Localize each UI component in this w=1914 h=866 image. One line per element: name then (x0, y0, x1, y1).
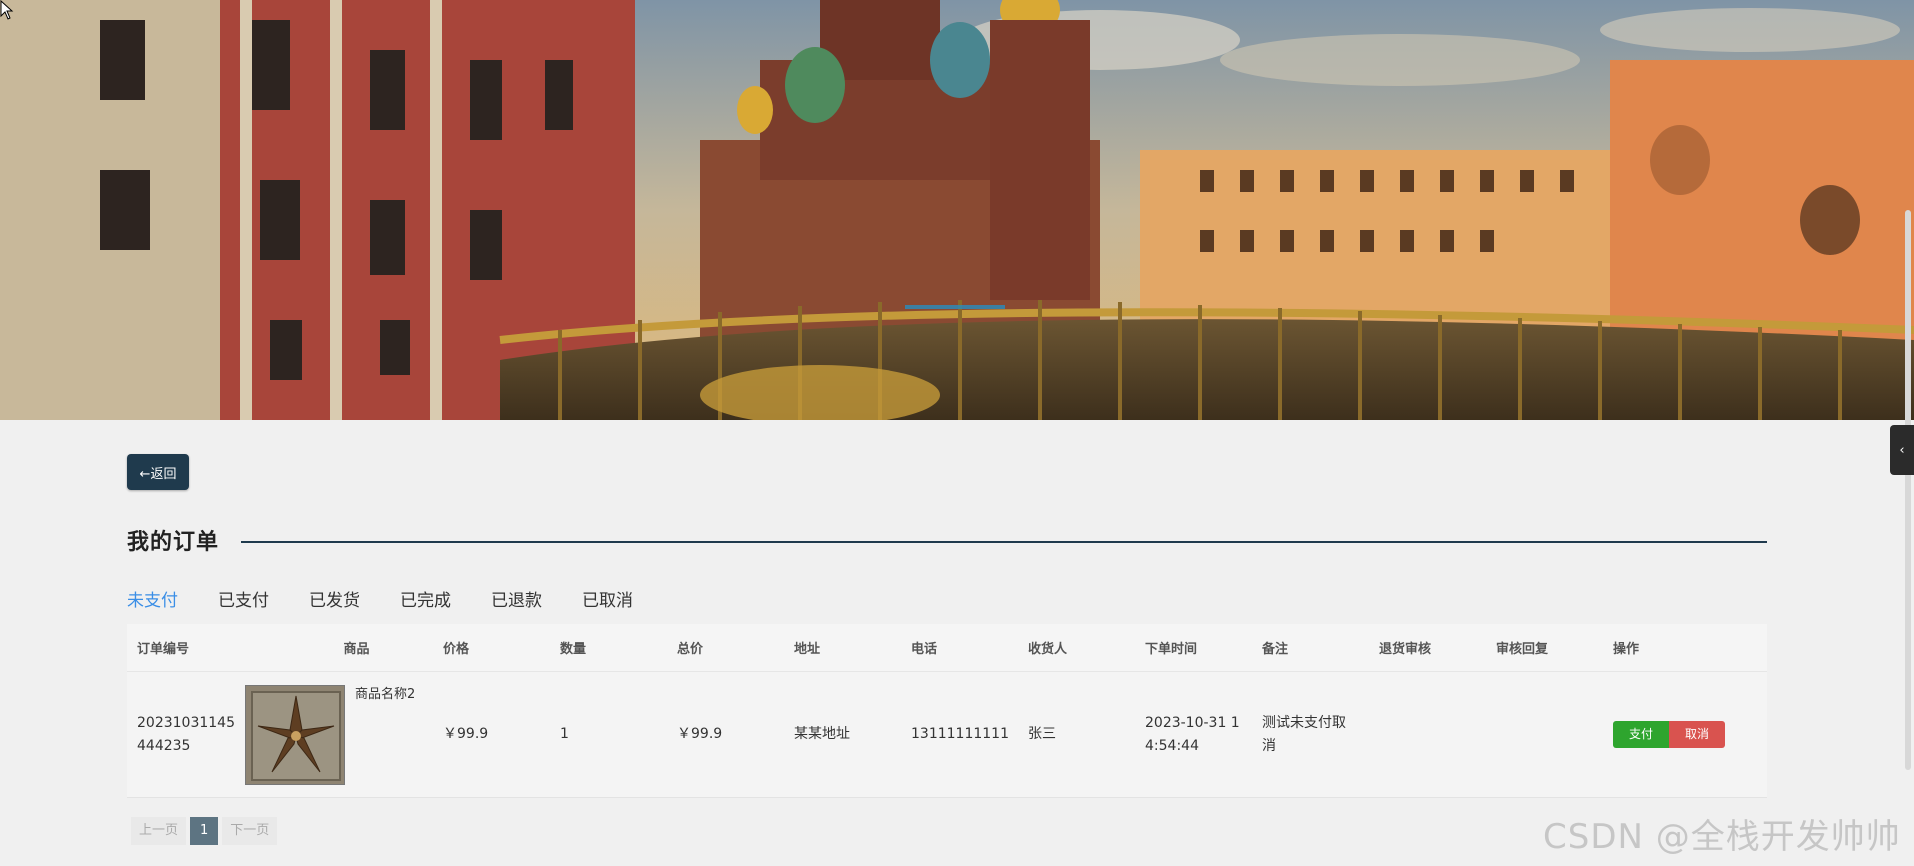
carousel-indicator[interactable] (905, 305, 1005, 309)
col-phone: 电话 (911, 642, 938, 657)
product-name[interactable]: 商品名称2 (355, 685, 415, 705)
product-cell: 商品名称2 (245, 684, 443, 785)
order-no: 20231031145 444235 (137, 714, 235, 754)
watermark: CSDN @全栈开发帅帅 (1543, 817, 1901, 857)
mouse-cursor-icon (0, 0, 14, 20)
pay-button[interactable]: 支付 (1613, 721, 1669, 748)
orders-table: 订单编号 商品 价格 数量 总价 地址 电话 收货人 下单时间 备注 退货审核 … (127, 624, 1767, 798)
total-cell: ￥99.9 (677, 726, 723, 742)
title-divider (241, 540, 1767, 543)
tab-shipped[interactable]: 已发货 (309, 577, 360, 629)
current-page[interactable]: 1 (190, 817, 219, 845)
col-address: 地址 (794, 642, 821, 657)
page-title: 我的订单 (127, 530, 220, 555)
back-button[interactable]: ←返回 (127, 454, 189, 490)
phone-cell: 13111111111 (911, 726, 1009, 742)
carousel-dot[interactable] (905, 305, 1005, 309)
col-actions: 操作 (1613, 642, 1640, 657)
table-header: 订单编号 商品 价格 数量 总价 地址 电话 收货人 下单时间 备注 退货审核 … (127, 624, 1767, 672)
product-thumbnail[interactable] (245, 684, 345, 785)
tab-refunded[interactable]: 已退款 (491, 577, 542, 629)
section-header: 我的订单 (127, 522, 1767, 558)
col-receiver: 收货人 (1028, 642, 1068, 657)
col-total: 总价 (677, 642, 704, 657)
chevron-left-icon: ‹ (1899, 442, 1905, 458)
banner-photo (0, 0, 1914, 420)
tab-cancelled[interactable]: 已取消 (582, 577, 633, 629)
hero-banner (0, 0, 1914, 420)
receiver-cell: 张三 (1028, 726, 1056, 742)
col-return-review: 退货审核 (1379, 642, 1432, 657)
remark-cell: 测试未支付取 消 (1262, 714, 1346, 754)
col-quantity: 数量 (560, 642, 587, 657)
price-cell: ￥99.9 (443, 726, 489, 742)
vertical-scrollbar[interactable] (1905, 210, 1911, 770)
next-page-button[interactable]: 下一页 (222, 817, 278, 845)
table-row: 20231031145 444235 商品名称2 ￥99.9 1 ￥99.9 某… (127, 672, 1767, 798)
star-ornament-image (246, 685, 344, 784)
order-no-cell: 20231031145 444235 (127, 712, 245, 758)
address-cell: 某某地址 (794, 726, 850, 742)
quantity-cell: 1 (560, 726, 569, 742)
col-order-no: 订单编号 (137, 642, 190, 657)
cancel-order-button[interactable]: 取消 (1669, 721, 1725, 748)
tab-paid[interactable]: 已支付 (218, 577, 269, 629)
pagination: 上一页 1 下一页 (131, 817, 278, 845)
col-order-time: 下单时间 (1145, 642, 1198, 657)
order-time-cell: 2023-10-31 1 4:54:44 (1145, 714, 1240, 754)
col-price: 价格 (443, 642, 470, 657)
tab-completed[interactable]: 已完成 (400, 577, 451, 629)
col-product: 商品 (343, 642, 370, 657)
prev-page-button[interactable]: 上一页 (131, 817, 187, 845)
col-review-reply: 审核回复 (1496, 642, 1549, 657)
side-drawer-toggle[interactable]: ‹ (1890, 425, 1914, 475)
actions-cell: 支付 取消 (1613, 721, 1753, 748)
order-status-tabs: 未支付 已支付 已发货 已完成 已退款 已取消 (127, 577, 1767, 631)
col-remark: 备注 (1262, 642, 1289, 657)
tab-unpaid[interactable]: 未支付 (127, 577, 178, 631)
